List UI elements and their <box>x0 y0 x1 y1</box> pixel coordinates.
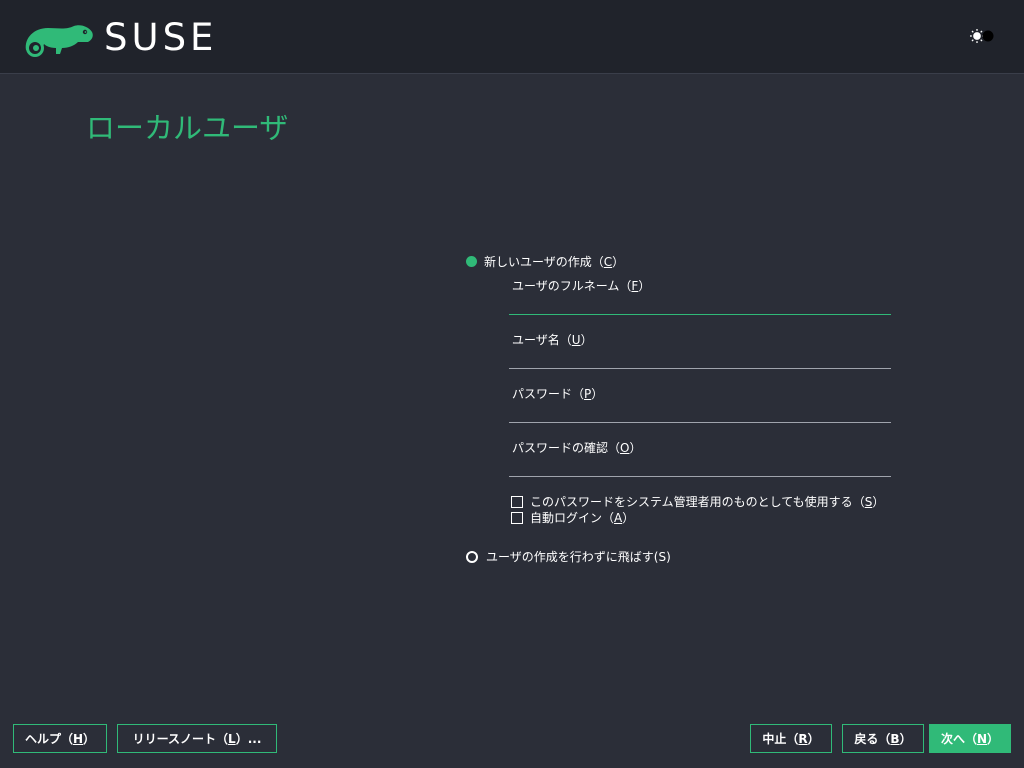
full-name-input[interactable] <box>509 296 891 315</box>
suse-logo-text: SUSE <box>104 16 218 59</box>
help-button[interactable]: ヘルプ（H） <box>13 724 107 753</box>
skip-user-radio[interactable]: ユーザの作成を行わずに飛ばす(S) <box>466 548 671 565</box>
top-banner: SUSE <box>0 0 1024 74</box>
password-input[interactable] <box>509 404 891 423</box>
radio-unselected-icon[interactable] <box>466 550 478 563</box>
username-input[interactable] <box>509 350 891 369</box>
password-confirm-input[interactable] <box>509 458 891 477</box>
auto-login-label: 自動ログイン（A） <box>530 511 635 525</box>
next-button[interactable]: 次へ（N） <box>929 724 1011 753</box>
release-notes-button[interactable]: リリースノート（L）... <box>117 724 277 753</box>
password-confirm-label: パスワードの確認（O） <box>512 441 642 455</box>
skip-user-label: ユーザの作成を行わずに飛ばす(S) <box>486 550 671 564</box>
page-title: ローカルユーザ <box>86 111 289 145</box>
checkbox-unchecked-icon[interactable] <box>511 495 523 508</box>
back-button[interactable]: 戻る（B） <box>842 724 924 753</box>
radio-selected-icon[interactable] <box>466 256 477 267</box>
abort-button[interactable]: 中止（R） <box>750 724 832 753</box>
use-for-admin-label: このパスワードをシステム管理者用のものとしても使用する（S） <box>530 495 885 509</box>
checkbox-unchecked-icon[interactable] <box>511 511 523 524</box>
suse-chameleon-logo-icon <box>25 25 93 57</box>
create-user-radio[interactable]: 新しいユーザの作成（C） <box>466 253 624 270</box>
auto-login-checkbox[interactable]: 自動ログイン（A） <box>511 509 634 526</box>
password-label: パスワード（P） <box>512 387 604 401</box>
create-user-label: 新しいユーザの作成（C） <box>484 255 625 269</box>
sun-moon-toggle-icon[interactable] <box>968 28 996 44</box>
username-label: ユーザ名（U） <box>512 333 593 347</box>
use-for-admin-checkbox[interactable]: このパスワードをシステム管理者用のものとしても使用する（S） <box>511 493 884 510</box>
full-name-label: ユーザのフルネーム（F） <box>512 279 651 293</box>
